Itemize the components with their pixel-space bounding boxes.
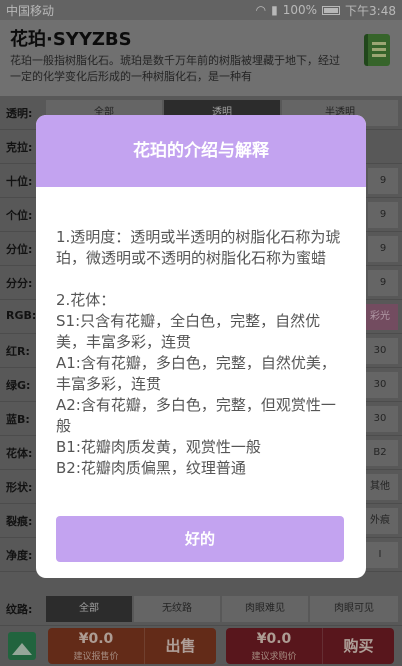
dialog-line: A2:含有花瓣，多白色，完整，但观赏性一般	[56, 396, 336, 435]
dialog-line: A1:含有花瓣，多白色，完整，自然优美，丰富多彩，连贯	[56, 354, 336, 393]
dialog-line: B1:花瓣肉质发黄，观赏性一般	[56, 438, 261, 456]
dialog-line: 1.透明度：透明或半透明的树脂化石称为琥珀，微透明或不透明的树脂化石称为蜜蜡	[56, 228, 341, 267]
dialog-title: 花珀的介绍与解释	[36, 115, 366, 187]
dialog-line: B2:花瓣肉质偏黑，纹理普通	[56, 459, 246, 477]
info-dialog: 花珀的介绍与解释 1.透明度：透明或半透明的树脂化石称为琥珀，微透明或不透明的树…	[36, 115, 366, 578]
dialog-line: 2.花体：	[56, 291, 116, 309]
dialog-line: S1:只含有花瓣，全白色，完整，自然优美，丰富多彩，连贯	[56, 312, 321, 351]
ok-button[interactable]: 好的	[56, 516, 344, 562]
dialog-body: 1.透明度：透明或半透明的树脂化石称为琥珀，微透明或不透明的树脂化石称为蜜蜡 2…	[36, 187, 366, 479]
